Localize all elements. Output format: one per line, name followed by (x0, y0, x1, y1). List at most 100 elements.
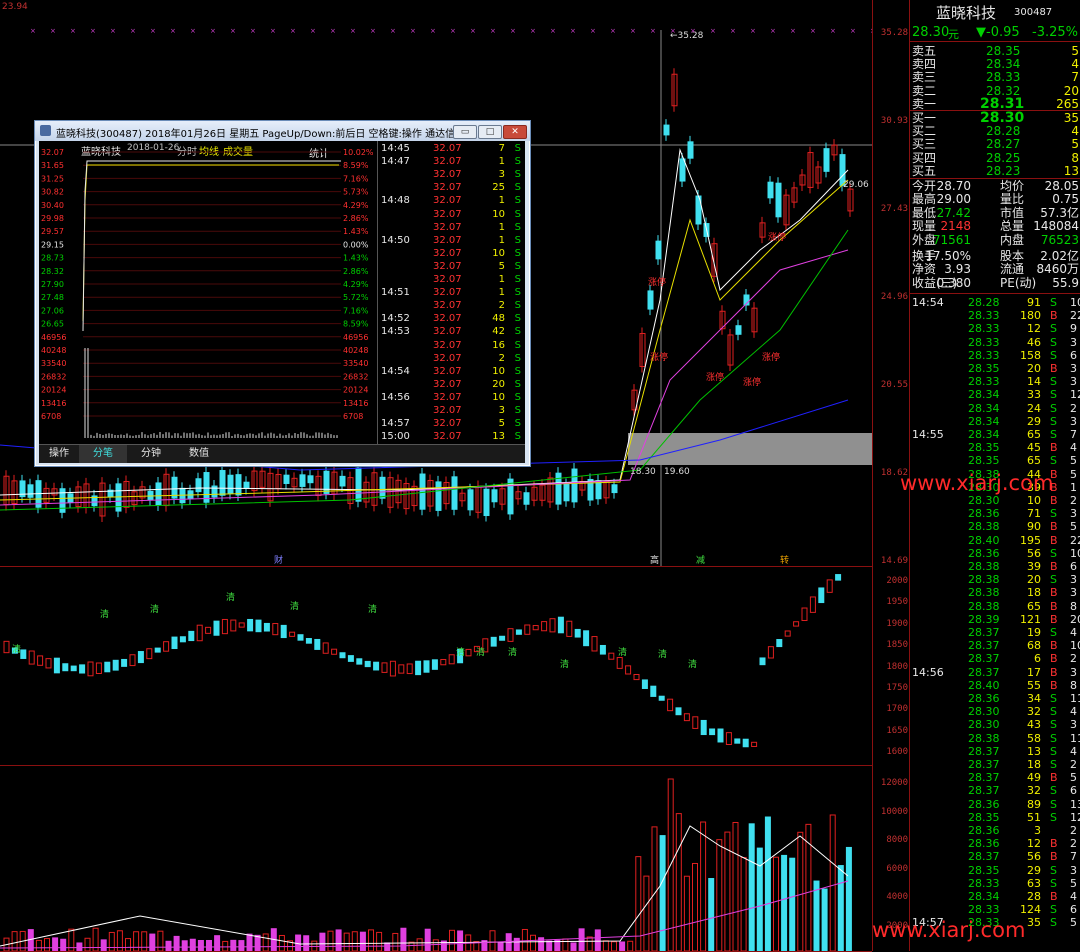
osc-candle (465, 648, 472, 657)
tick-row[interactable]: 28.38 18 B 3 (910, 586, 1080, 599)
tick-row[interactable]: 28.30 43 S 3 (910, 718, 1080, 731)
marker-dot: × (730, 27, 736, 35)
tick-row[interactable]: 28.35 45 B 4 (910, 441, 1080, 454)
ask-row[interactable]: 卖五 28.35 5 (910, 45, 1080, 58)
trade-row[interactable]: 32.07 5 S (379, 260, 525, 273)
tab-operate[interactable]: 操作 (39, 445, 79, 463)
tick-row[interactable]: 28.35 51 S 12 (910, 811, 1080, 824)
trade-row[interactable]: 14:53 32.07 42 S (379, 325, 525, 338)
tick-row[interactable]: 28.38 90 B 5 (910, 520, 1080, 533)
intraday-dialog[interactable]: 蓝晓科技(300487) 2018年01月26日 星期五 PageUp/Down… (34, 120, 531, 467)
trade-row[interactable]: 14:52 32.07 48 S (379, 312, 525, 325)
tab-minute[interactable]: 分钟 (127, 445, 175, 463)
tick-row[interactable]: 28.38 58 S 11 (910, 732, 1080, 745)
tick-row[interactable]: 14:56 28.37 17 B 3 (910, 666, 1080, 679)
tick-row[interactable]: 14:55 28.34 65 S 7 (910, 428, 1080, 441)
minimize-button[interactable]: ▭ (453, 125, 477, 139)
intraday-chart[interactable]: 32.07 10.02% 31.65 8.59% 31.25 7.16% 30.82 5.73… (39, 141, 377, 444)
tick-row[interactable]: 28.40 55 B 8 (910, 679, 1080, 692)
trade-row[interactable]: 32.07 16 S (379, 339, 525, 352)
oscillator-panel[interactable]: 清清清清清清清清清清清清清 (0, 567, 872, 766)
tick-row[interactable]: 28.36 71 S 3 (910, 507, 1080, 520)
tick-row[interactable]: 28.36 34 S 11 (910, 692, 1080, 705)
trade-row[interactable]: 32.07 3 S (379, 404, 525, 417)
trade-row[interactable]: 15:00 32.07 13 S (379, 430, 525, 443)
tab-ticks[interactable]: 分笔 (79, 445, 127, 463)
bid-row[interactable]: 买四 28.25 8 (910, 151, 1080, 165)
tick-row[interactable]: 28.38 65 B 8 (910, 600, 1080, 613)
tick-row[interactable]: 28.37 32 S 6 (910, 784, 1080, 797)
tick-row[interactable]: 28.37 49 B 5 (910, 771, 1080, 784)
tick-row[interactable]: 28.34 24 S 2 (910, 402, 1080, 415)
trade-row[interactable]: 32.07 10 S (379, 208, 525, 221)
tick-row[interactable]: 28.33 158 S 6 (910, 349, 1080, 362)
tick-row[interactable]: 28.33 63 S 5 (910, 877, 1080, 890)
tick-row[interactable]: 28.34 29 S 3 (910, 415, 1080, 428)
tick-row[interactable]: 28.40 195 B 22 (910, 534, 1080, 547)
trade-row[interactable]: 14:48 32.07 1 S (379, 194, 525, 207)
tick-row[interactable]: 28.37 68 B 10 (910, 639, 1080, 652)
trade-row[interactable]: 14:51 32.07 1 S (379, 286, 525, 299)
bid-row[interactable]: 买五 28.23 13 (910, 164, 1080, 178)
tick-row[interactable]: 28.37 6 B 2 (910, 652, 1080, 665)
trade-row[interactable]: 32.07 20 S (379, 378, 525, 391)
tick-row[interactable]: 28.30 32 S 4 (910, 705, 1080, 718)
trade-row[interactable]: 14:56 32.07 10 S (379, 391, 525, 404)
tick-row[interactable]: 28.35 20 B 3 (910, 362, 1080, 375)
bid-row[interactable]: 买一 28.30 35 (910, 111, 1080, 125)
candle-body (571, 468, 578, 503)
volume-chart[interactable] (0, 766, 872, 951)
tick-row[interactable]: 28.38 39 B 6 (910, 560, 1080, 573)
trade-row[interactable]: 32.07 3 S (379, 168, 525, 181)
bid-row[interactable]: 买三 28.27 5 (910, 138, 1080, 151)
oscillator-chart[interactable]: 清清 清清清 清清清清清清 清清 (0, 567, 872, 765)
trade-list[interactable]: 14:45 32.07 7 S 14:47 32.07 1 S 32.07 3 S 32.07 25 S 1… (379, 141, 525, 444)
tick-row[interactable]: 14:54 28.28 91 S 10 (910, 296, 1080, 309)
tick-row[interactable]: 28.33 124 S 6 (910, 903, 1080, 916)
trade-row[interactable]: 14:45 32.07 7 S (379, 142, 525, 155)
volume-panel[interactable] (0, 766, 872, 952)
ask-row[interactable]: 卖一 28.31 265 (910, 97, 1080, 111)
dialog-titlebar[interactable]: 蓝晓科技(300487) 2018年01月26日 星期五 PageUp/Down… (35, 121, 530, 141)
tick-row[interactable]: 28.35 29 S 3 (910, 864, 1080, 877)
marker-dot: × (150, 27, 156, 35)
tick-row[interactable]: 28.36 89 S 13 (910, 798, 1080, 811)
osc-candle (440, 658, 447, 666)
trade-row[interactable]: 32.07 10 S (379, 247, 525, 260)
maximize-button[interactable]: □ (478, 125, 502, 139)
tick-row[interactable]: 28.35 65 S 5 (910, 454, 1080, 467)
ask-row[interactable]: 卖四 28.34 4 (910, 58, 1080, 71)
trade-row[interactable]: 14:54 32.07 10 S (379, 365, 525, 378)
tick-row[interactable]: 28.38 20 S 3 (910, 573, 1080, 586)
ask-row[interactable]: 卖三 28.33 7 (910, 71, 1080, 84)
trade-row[interactable]: 32.07 2 S (379, 299, 525, 312)
volume-bar (781, 854, 788, 951)
tick-row[interactable]: 28.34 28 B 4 (910, 890, 1080, 903)
volume-bar (700, 821, 707, 951)
close-button[interactable]: ✕ (503, 125, 527, 139)
tick-row[interactable]: 28.37 13 S 4 (910, 745, 1080, 758)
tick-row[interactable]: 28.37 56 B 7 (910, 850, 1080, 863)
tick-row[interactable]: 28.33 180 B 22 (910, 309, 1080, 322)
trade-row[interactable]: 32.07 1 S (379, 273, 525, 286)
tick-row[interactable]: 28.33 14 S 3 (910, 375, 1080, 388)
tick-row[interactable]: 28.36 56 S 10 (910, 547, 1080, 560)
tick-row[interactable]: 28.33 46 S 3 (910, 336, 1080, 349)
tab-values[interactable]: 数值 (175, 445, 223, 463)
tick-row[interactable]: 28.39 121 B 20 (910, 613, 1080, 626)
signal-mark: 清 (508, 646, 517, 658)
tick-row[interactable]: 28.33 12 S 9 (910, 322, 1080, 335)
trade-row[interactable]: 14:47 32.07 1 S (379, 155, 525, 168)
tick-row[interactable]: 28.36 12 B 2 (910, 837, 1080, 850)
trade-row[interactable]: 32.07 25 S (379, 181, 525, 194)
trade-row[interactable]: 14:50 32.07 1 S (379, 234, 525, 247)
tick-row[interactable]: 28.36 3 2 (910, 824, 1080, 837)
trade-row[interactable]: 14:57 32.07 5 S (379, 417, 525, 430)
bid-row[interactable]: 买二 28.28 4 (910, 125, 1080, 138)
tick-row[interactable]: 28.34 33 S 12 (910, 388, 1080, 401)
tick-row[interactable]: 28.37 19 S 4 (910, 626, 1080, 639)
tick-row[interactable]: 28.37 18 S 2 (910, 758, 1080, 771)
trade-row[interactable]: 32.07 1 S (379, 221, 525, 234)
tick-row[interactable]: 28.30 10 B 2 (910, 494, 1080, 507)
trade-row[interactable]: 32.07 2 S (379, 352, 525, 365)
